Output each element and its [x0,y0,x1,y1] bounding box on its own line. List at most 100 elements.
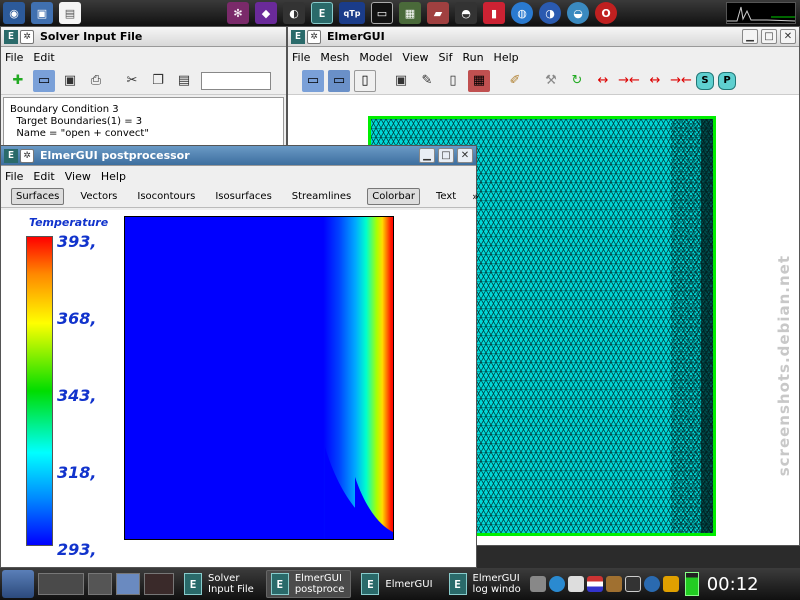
open-icon[interactable]: ▭ [302,69,324,92]
tux-icon[interactable]: ◓ [455,2,477,24]
new-icon[interactable]: ✚ [7,70,29,92]
task-elmergui[interactable]: E ElmerGUI [357,570,438,598]
menu-view[interactable]: View [402,51,428,64]
clipboard-icon[interactable] [567,576,584,592]
scientific-app-icon[interactable]: ✻ [227,2,249,24]
package-icon[interactable]: ▰ [427,2,449,24]
minimize-button[interactable]: ▁ [742,29,758,44]
save-icon[interactable]: ▣ [59,70,81,92]
load-icon[interactable]: ▯ [354,69,376,92]
qtparted-icon[interactable]: qTp [339,2,365,24]
find-input[interactable] [201,71,271,90]
computer-icon[interactable]: ▣ [31,2,53,24]
picture-icon[interactable]: ▦ [468,69,490,92]
menu-help[interactable]: Help [101,170,126,183]
start-solver-button[interactable]: S [696,71,714,90]
menu-help[interactable]: Help [494,51,519,64]
close-button[interactable]: ✕ [780,29,796,44]
wrench-icon[interactable]: ⚒ [540,70,562,92]
browser-icon[interactable]: ◒ [567,2,589,24]
elmer-launcher-icon[interactable]: E [311,2,333,24]
tab-colorbar[interactable]: Colorbar [367,188,420,205]
solver-titlebar[interactable]: E ✲ Solver Input File [1,27,286,47]
edit-icon[interactable]: ✎ [416,70,438,92]
divide-horizontal-icon[interactable]: ↔ [592,70,614,92]
menu-view[interactable]: View [65,170,91,183]
menu-file[interactable]: File [5,51,23,64]
window-title: ElmerGUI postprocessor [40,149,190,162]
tab-vectors[interactable]: Vectors [76,189,121,204]
start-menu-button[interactable] [2,570,34,598]
unify-horizontal-icon[interactable]: →← [618,70,640,92]
menu-run[interactable]: Run [462,51,483,64]
menu-edit[interactable]: Edit [33,170,54,183]
divide-edge-icon[interactable]: ↔ [644,70,666,92]
task-label: ElmerGUI [472,573,520,584]
volume-icon[interactable] [529,576,546,592]
copy-icon[interactable]: ❐ [147,70,169,92]
minimize-button[interactable]: ▁ [419,148,435,163]
app-launcher-button[interactable] [144,573,174,595]
temperature-field-plot[interactable] [124,216,394,540]
tab-surfaces[interactable]: Surfaces [11,188,65,205]
refresh-icon[interactable]: ↻ [566,70,588,92]
molecule-app-icon[interactable]: ◆ [255,2,277,24]
power-icon[interactable] [662,576,679,592]
menu-file[interactable]: File [292,51,310,64]
window-title: Solver Input File [40,30,143,43]
pin-icon[interactable]: ✲ [307,29,321,44]
more-tabs-button[interactable]: » [472,190,479,203]
tab-text[interactable]: Text [432,189,460,204]
open-icon[interactable]: ▭ [33,69,55,92]
postprocessor-titlebar[interactable]: E ✲ ElmerGUI postprocessor ▁ □ ✕ [1,146,476,166]
close-button[interactable]: ✕ [457,148,473,163]
help-icon[interactable] [548,576,565,592]
new-file-icon[interactable]: ▯ [442,70,464,92]
tab-isosurfaces[interactable]: Isosurfaces [211,189,275,204]
menu-model[interactable]: Model [359,51,392,64]
pin-icon[interactable]: ✲ [20,29,34,44]
open-folder-icon[interactable]: ▭ [328,69,350,92]
menu-mesh[interactable]: Mesh [320,51,349,64]
cut-icon[interactable]: ✂ [121,70,143,92]
gnome-app-icon[interactable]: ◐ [283,2,305,24]
image-viewer-icon[interactable]: ▦ [399,2,421,24]
elmergui-titlebar[interactable]: E ✲ ElmerGUI ▁ □ ✕ [288,27,799,47]
maximize-button[interactable]: □ [761,29,777,44]
unify-edge-icon[interactable]: →← [670,70,692,92]
pin-icon[interactable]: ✲ [20,148,34,163]
document-icon[interactable]: ▤ [59,2,81,24]
network-tray-icon[interactable] [643,576,660,592]
kde-menu-icon[interactable]: ◉ [3,2,25,24]
keyboard-layout-icon[interactable] [586,576,603,592]
tab-isocontours[interactable]: Isocontours [133,189,199,204]
opera-icon[interactable]: O [595,2,617,24]
menu-edit[interactable]: Edit [33,51,54,64]
show-desktop-button[interactable] [88,573,112,595]
task-postprocessor[interactable]: E ElmerGUI postproce [265,570,352,598]
menu-sif[interactable]: Sif [439,51,453,64]
clock[interactable]: 00:12 [707,574,759,595]
presentation-icon[interactable]: ▮ [483,2,505,24]
globe-icon[interactable]: ◍ [511,2,533,24]
task-app-icon: E [184,573,202,595]
folder-button[interactable] [116,573,140,595]
postprocessor-view[interactable]: Temperature 393, 368, 343, 318, 293, [1,210,476,567]
maximize-button[interactable]: □ [438,148,454,163]
task-solver-input[interactable]: E Solver Input File [180,570,260,598]
window-title: ElmerGUI [327,30,385,43]
postprocessor-button[interactable]: P [718,71,736,90]
save-icon[interactable]: ▣ [390,70,412,92]
network-icon[interactable]: ◑ [539,2,561,24]
task-label: Input File [208,584,254,595]
tux-tray-icon[interactable] [624,576,641,592]
draw-icon[interactable]: ✐ [504,70,526,92]
desktop-pager[interactable] [38,573,84,595]
menu-file[interactable]: File [5,170,23,183]
terminal-icon[interactable]: ▭ [371,2,393,24]
paste-icon[interactable]: ▤ [173,70,195,92]
print-icon[interactable]: ⎙ [85,70,107,92]
updates-icon[interactable] [605,576,622,592]
tab-streamlines[interactable]: Streamlines [288,189,355,204]
task-log-window[interactable]: E ElmerGUI log windo [445,570,527,598]
